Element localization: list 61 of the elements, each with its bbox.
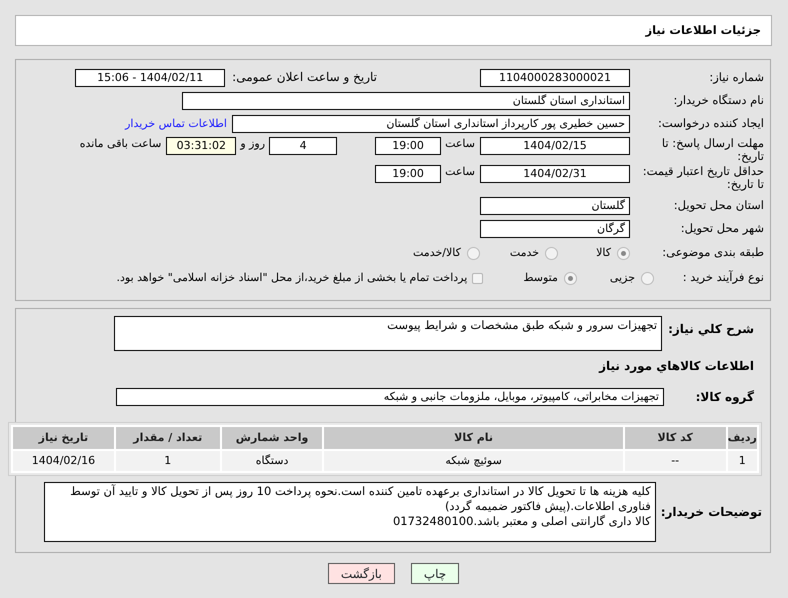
remaining-time-field: 03:31:02 — [166, 137, 236, 155]
checkbox-label: پرداخت تمام یا بخشی از مبلغ خرید،از محل "اسناد خزانه اسلامی" خواهد بود. — [116, 271, 468, 285]
remaining-label: ساعت باقی مانده — [80, 137, 162, 151]
field-label: حداقل تاریخ اعتبار قیمت: تا تاریخ: — [642, 165, 764, 192]
time-label: ساعت — [445, 165, 475, 179]
time-field: 19:00 — [375, 165, 442, 183]
requester-field: حسین خطیری پور کارپرداز استانداری استان گلستان — [232, 114, 630, 132]
field-label: شرح كلي نياز: — [668, 322, 754, 337]
buyer-notes-field: کلیه هزینه ها تا تحویل کالا در استانداری برعهده تامین کننده است.نحوه پرداخت 10 روز پس از تحویل کالا و تایید آن توسط فناوری اطلاعات.(پیش فاکتور ضمیمه گردد) کالا داری گارانتی اصلی و معتبر باشد.01732480100 — [44, 482, 656, 542]
field-label: نام دستگاه خریدار: — [672, 94, 764, 108]
field-label: ایجاد کننده درخواست: — [657, 116, 764, 130]
buyer-org-field: استانداری استان گلستان — [182, 92, 630, 110]
column-header: تعداد / مقدار — [116, 427, 220, 449]
field-label: طبقه بندی موضوعی: — [661, 246, 764, 260]
radio-label: خدمت — [510, 246, 540, 260]
radio-button[interactable] — [466, 246, 480, 260]
time-field: 19:00 — [375, 137, 442, 155]
goods-group-field: تجهیزات مخابراتی، کامپیوتر، موبایل، ملزومات جانبی و شبکه — [116, 388, 664, 406]
radio-label: متوسط — [523, 271, 558, 285]
need-number-field: 1104000283000021 — [480, 68, 630, 86]
column-header: نام کالا — [324, 427, 623, 449]
column-header: کد کالا — [624, 427, 726, 449]
radio-label: کالا — [596, 246, 611, 260]
time-label: ساعت — [445, 137, 475, 151]
table-cell: 1 — [116, 451, 220, 471]
field-label: شماره نیاز: — [708, 70, 764, 84]
field-label: استان محل تحویل: — [672, 198, 764, 212]
table-cell: دستگاه — [222, 451, 322, 471]
back-button[interactable]: بازگشت — [328, 563, 395, 584]
table-cell: 1404/02/16 — [13, 451, 114, 471]
city-field: گرگان — [480, 220, 630, 238]
radio-label: کالا/خدمت — [413, 246, 461, 260]
radio-button[interactable] — [545, 246, 558, 260]
description-field: تجهیزات سرور و شبکه طبق مشخصات و شرایط پیوست — [114, 316, 662, 351]
days-label: روز و — [240, 137, 266, 151]
column-header: ردیف — [728, 427, 757, 449]
radio-label: جزیی — [610, 271, 635, 285]
announce-date-field: 1404/02/11 - 15:06 — [75, 68, 226, 86]
column-header: واحد شمارش — [222, 427, 322, 449]
table-cell: سوئیچ شبکه — [324, 451, 623, 471]
radio-button[interactable] — [641, 272, 654, 284]
checkbox[interactable] — [472, 272, 484, 284]
table-cell: -- — [624, 451, 726, 471]
field-label: شهر محل تحویل: — [680, 222, 764, 236]
field-label: نوع فرآیند خرید : — [682, 271, 764, 285]
field-label: مهلت ارسال پاسخ: تا تاریخ: — [660, 137, 764, 164]
date-field: 1404/02/15 — [480, 137, 630, 155]
table-cell: 1 — [728, 451, 757, 471]
days-field: 4 — [269, 137, 338, 155]
radio-button[interactable] — [564, 272, 577, 284]
page-title: جزئیات اطلاعات نیاز — [645, 23, 761, 38]
radio-button[interactable] — [617, 246, 630, 260]
contact-link[interactable]: اطلاعات تماس خریدار — [125, 116, 227, 130]
section-heading: اطلاعات كالاهاي مورد نياز — [599, 359, 754, 374]
field-label: تاریخ و ساعت اعلان عمومی: — [232, 70, 377, 85]
field-label: توضیحات خریدار: — [660, 504, 762, 520]
province-field: گلستان — [480, 196, 630, 214]
print-button[interactable]: چاپ — [410, 563, 460, 584]
column-header: تاریخ نیاز — [13, 427, 114, 449]
field-label: گروه کالا: — [694, 390, 754, 404]
date-field: 1404/02/31 — [480, 165, 630, 183]
